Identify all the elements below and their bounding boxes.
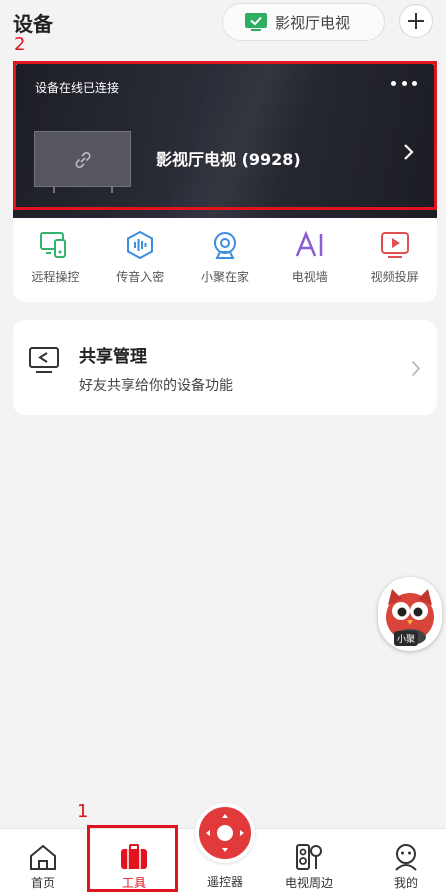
tool-label: 传音入密: [116, 270, 165, 284]
share-screen-icon: [29, 347, 59, 373]
tab-label-remote: 遥控器: [206, 875, 243, 889]
camera-icon: [213, 232, 236, 259]
chevron-right-icon: [411, 360, 421, 377]
annotation-number-1: 1: [77, 801, 89, 822]
tab-label: 我的: [393, 876, 418, 890]
mascot-label: 小聚: [394, 631, 419, 646]
annotation-number-2: 2: [14, 34, 26, 55]
tool-label: 远程操控: [31, 270, 80, 284]
speaker-mic-icon: [296, 844, 322, 870]
share-subtitle: 好友共享给你的设备功能: [79, 378, 233, 394]
plus-icon: [408, 13, 424, 29]
header: 设备 影视厅电视: [0, 0, 446, 52]
tool-screen-cast[interactable]: 视频投屏: [352, 231, 437, 291]
tv-selector-label: 影视厅电视: [275, 13, 351, 32]
voice-wave-icon: [127, 231, 154, 259]
share-title: 共享管理: [79, 347, 147, 367]
tool-row: 远程操控 传音入密 小聚在家 电视墙 视频投屏: [13, 231, 437, 291]
tab-profile[interactable]: 我的: [366, 829, 446, 891]
assistant-mascot-button[interactable]: 小聚: [378, 577, 442, 651]
remote-dpad-icon: [206, 814, 244, 852]
remote-control-tab-button[interactable]: [195, 803, 255, 863]
tv-check-icon: [245, 13, 267, 31]
page-title: 设备: [13, 12, 53, 36]
tool-label: 视频投屏: [370, 270, 419, 284]
tool-home-camera[interactable]: 小聚在家: [183, 231, 268, 291]
home-icon: [30, 844, 56, 870]
tool-voice[interactable]: 传音入密: [98, 231, 183, 291]
tab-home[interactable]: 首页: [3, 829, 83, 891]
share-management-card[interactable]: 共享管理 好友共享给你的设备功能: [13, 320, 437, 415]
annotation-box-tools-tab: [87, 825, 178, 892]
screen-cast-icon: [380, 232, 409, 258]
annotation-box-device: [13, 61, 437, 210]
tool-label: 电视墙: [291, 270, 328, 284]
ai-icon: [295, 231, 323, 257]
tab-label: 电视周边: [284, 876, 333, 890]
tv-selector-button[interactable]: 影视厅电视: [222, 3, 385, 41]
tab-label: 首页: [30, 876, 55, 890]
tab-tv-peripherals[interactable]: 电视周边: [269, 829, 349, 891]
tool-tv-wall[interactable]: 电视墙: [267, 231, 352, 291]
add-device-button[interactable]: [399, 4, 433, 38]
profile-icon: [395, 844, 417, 871]
tool-label: 小聚在家: [200, 270, 249, 284]
tool-remote-control[interactable]: 远程操控: [13, 231, 98, 291]
remote-control-icon: [40, 232, 67, 258]
